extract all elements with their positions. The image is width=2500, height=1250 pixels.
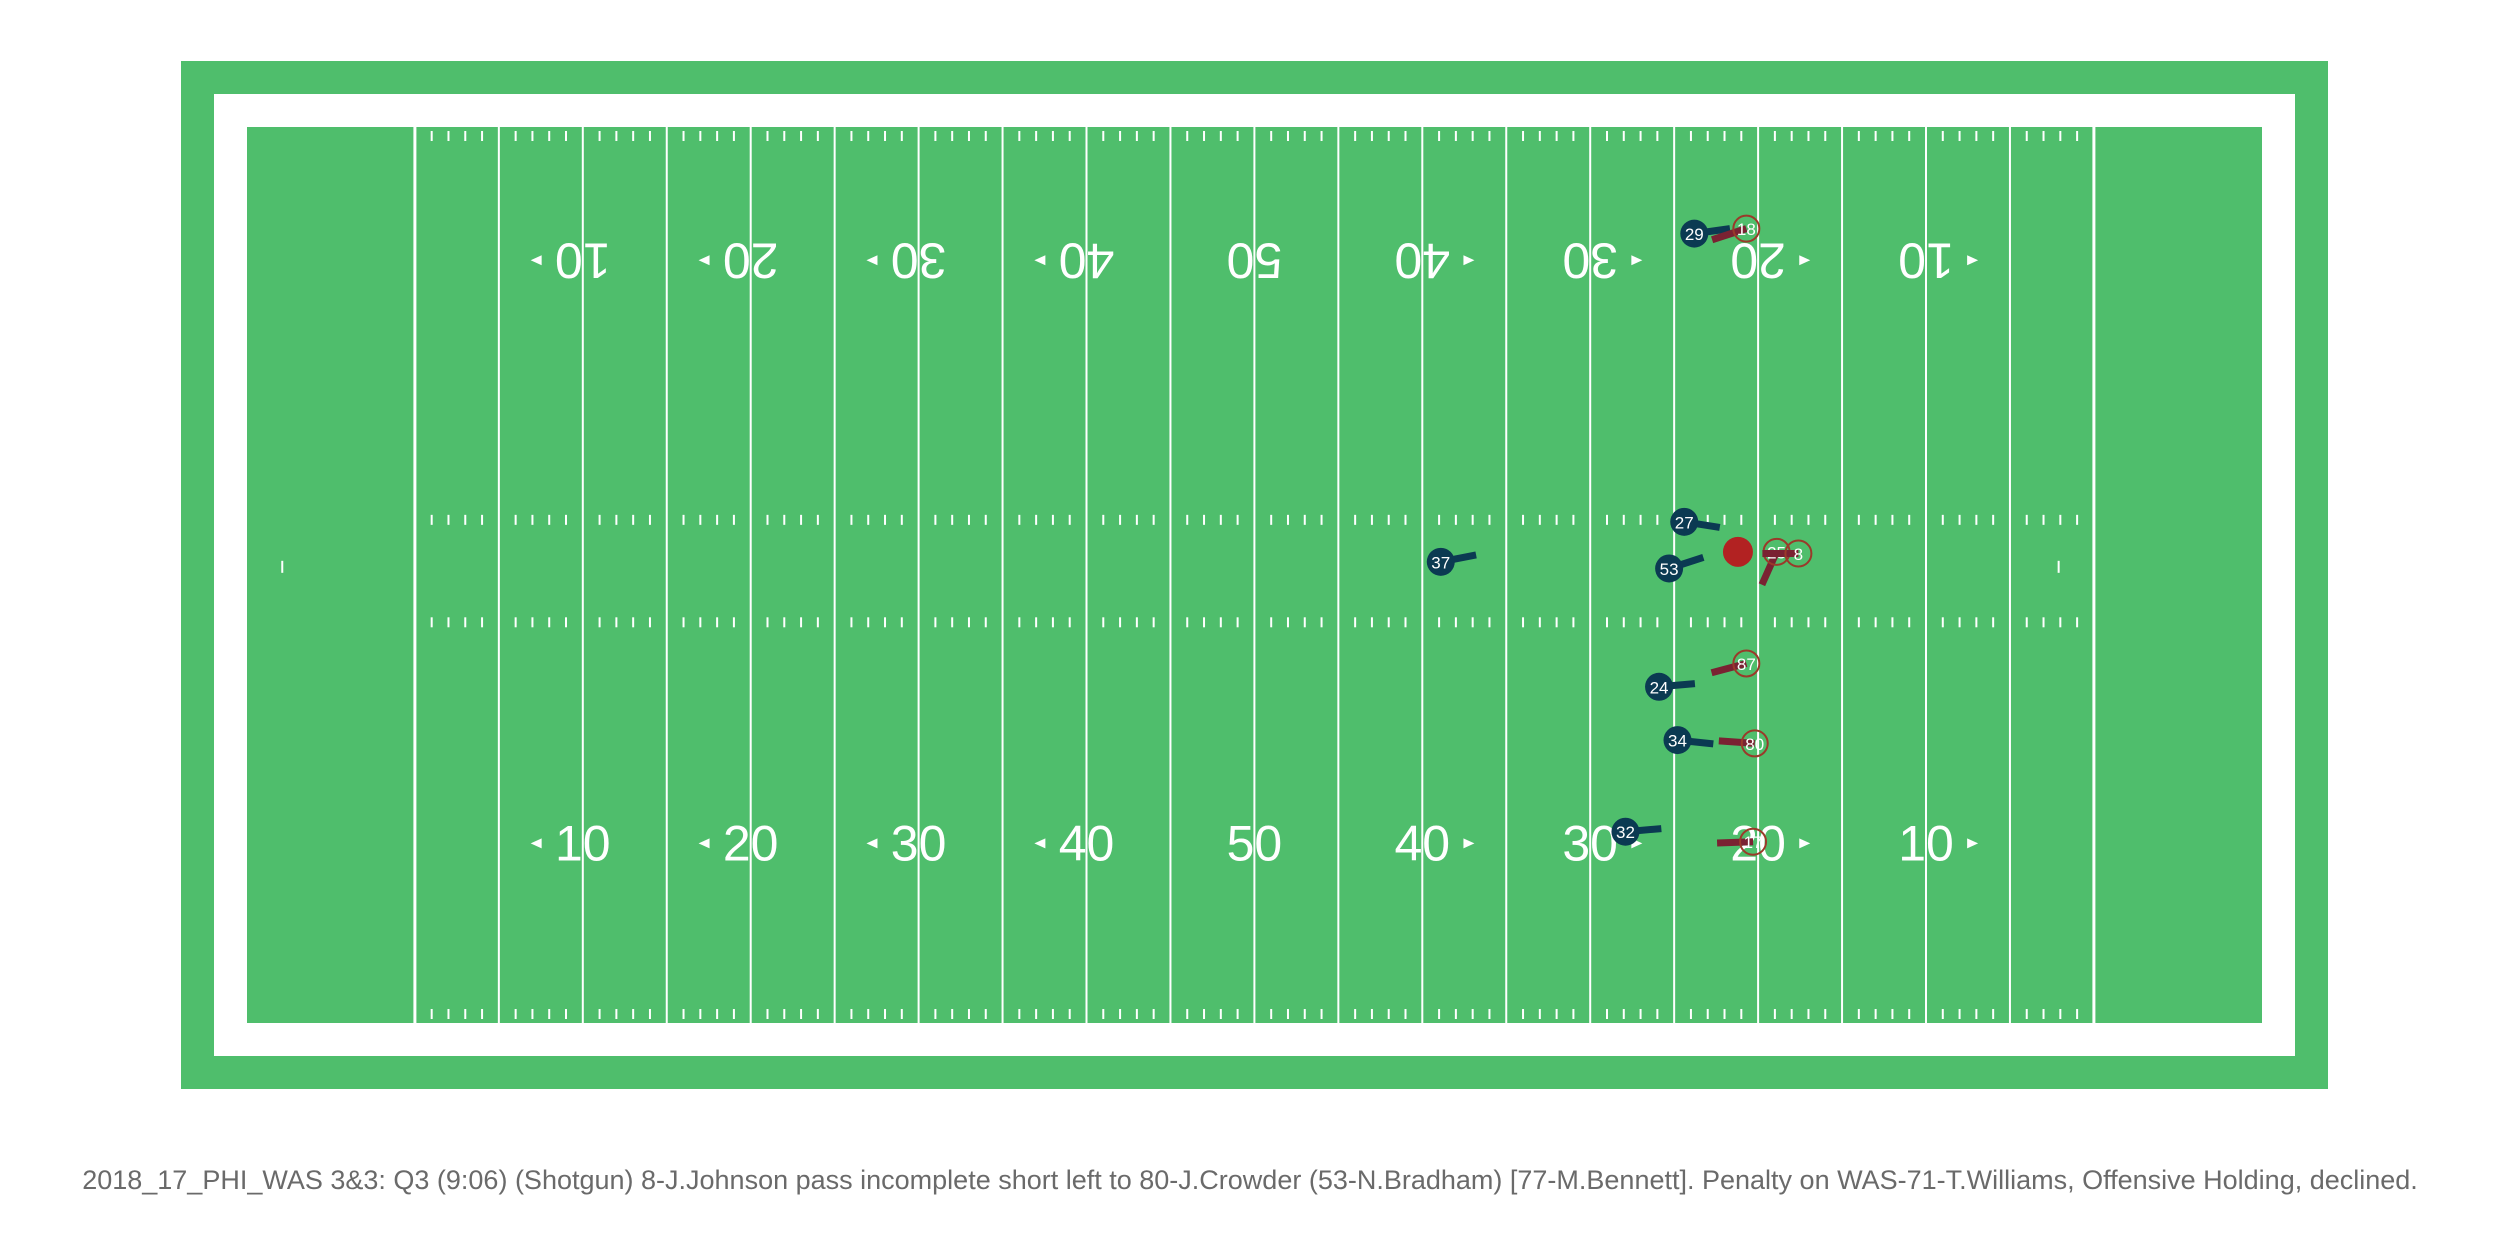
yard-number-bottom: 10 bbox=[1898, 815, 1954, 871]
yard-number-top: 40 bbox=[1059, 232, 1115, 288]
player-jersey-number: 8 bbox=[1794, 545, 1803, 564]
yard-number-bottom: 20 bbox=[723, 815, 779, 871]
player-jersey-number: 53 bbox=[1660, 560, 1679, 579]
yard-number-top: 10 bbox=[1898, 232, 1954, 288]
football-ball bbox=[1722, 536, 1753, 567]
yard-number-bottom: 10 bbox=[555, 815, 611, 871]
player-jersey-number: 87 bbox=[1737, 655, 1756, 674]
play-description: 2018_17_PHI_WAS 3&3: Q3 (9:06) (Shotgun)… bbox=[82, 1165, 2418, 1195]
yard-number-bottom: 30 bbox=[891, 815, 947, 871]
yard-number-top: 20 bbox=[1730, 232, 1786, 288]
yard-number-top: 50 bbox=[1227, 232, 1283, 288]
player-jersey-number: 27 bbox=[1675, 513, 1694, 532]
yard-number-bottom: 40 bbox=[1059, 815, 1115, 871]
yard-number-top: 30 bbox=[1562, 232, 1618, 288]
player-jersey-number: 29 bbox=[1685, 225, 1704, 244]
yard-number-top: 10 bbox=[555, 232, 611, 288]
player-jersey-number: 34 bbox=[1668, 732, 1687, 751]
yard-number-top: 40 bbox=[1394, 232, 1450, 288]
yard-number-top: 30 bbox=[891, 232, 947, 288]
yard-number-bottom: 50 bbox=[1227, 815, 1283, 871]
player-jersey-number: 32 bbox=[1616, 823, 1635, 842]
yard-number-bottom: 30 bbox=[1562, 815, 1618, 871]
player-jersey-number: 18 bbox=[1737, 220, 1756, 239]
player-jersey-number: 37 bbox=[1431, 553, 1450, 572]
yard-number-bottom: 40 bbox=[1394, 815, 1450, 871]
player-jersey-number: 17 bbox=[1744, 833, 1763, 852]
player-jersey-number: 24 bbox=[1650, 678, 1669, 697]
yard-number-top: 20 bbox=[723, 232, 779, 288]
football-field: 101020203030404050504040303020201010 29 1… bbox=[181, 61, 2328, 1089]
player-jersey-number: 80 bbox=[1745, 735, 1764, 754]
